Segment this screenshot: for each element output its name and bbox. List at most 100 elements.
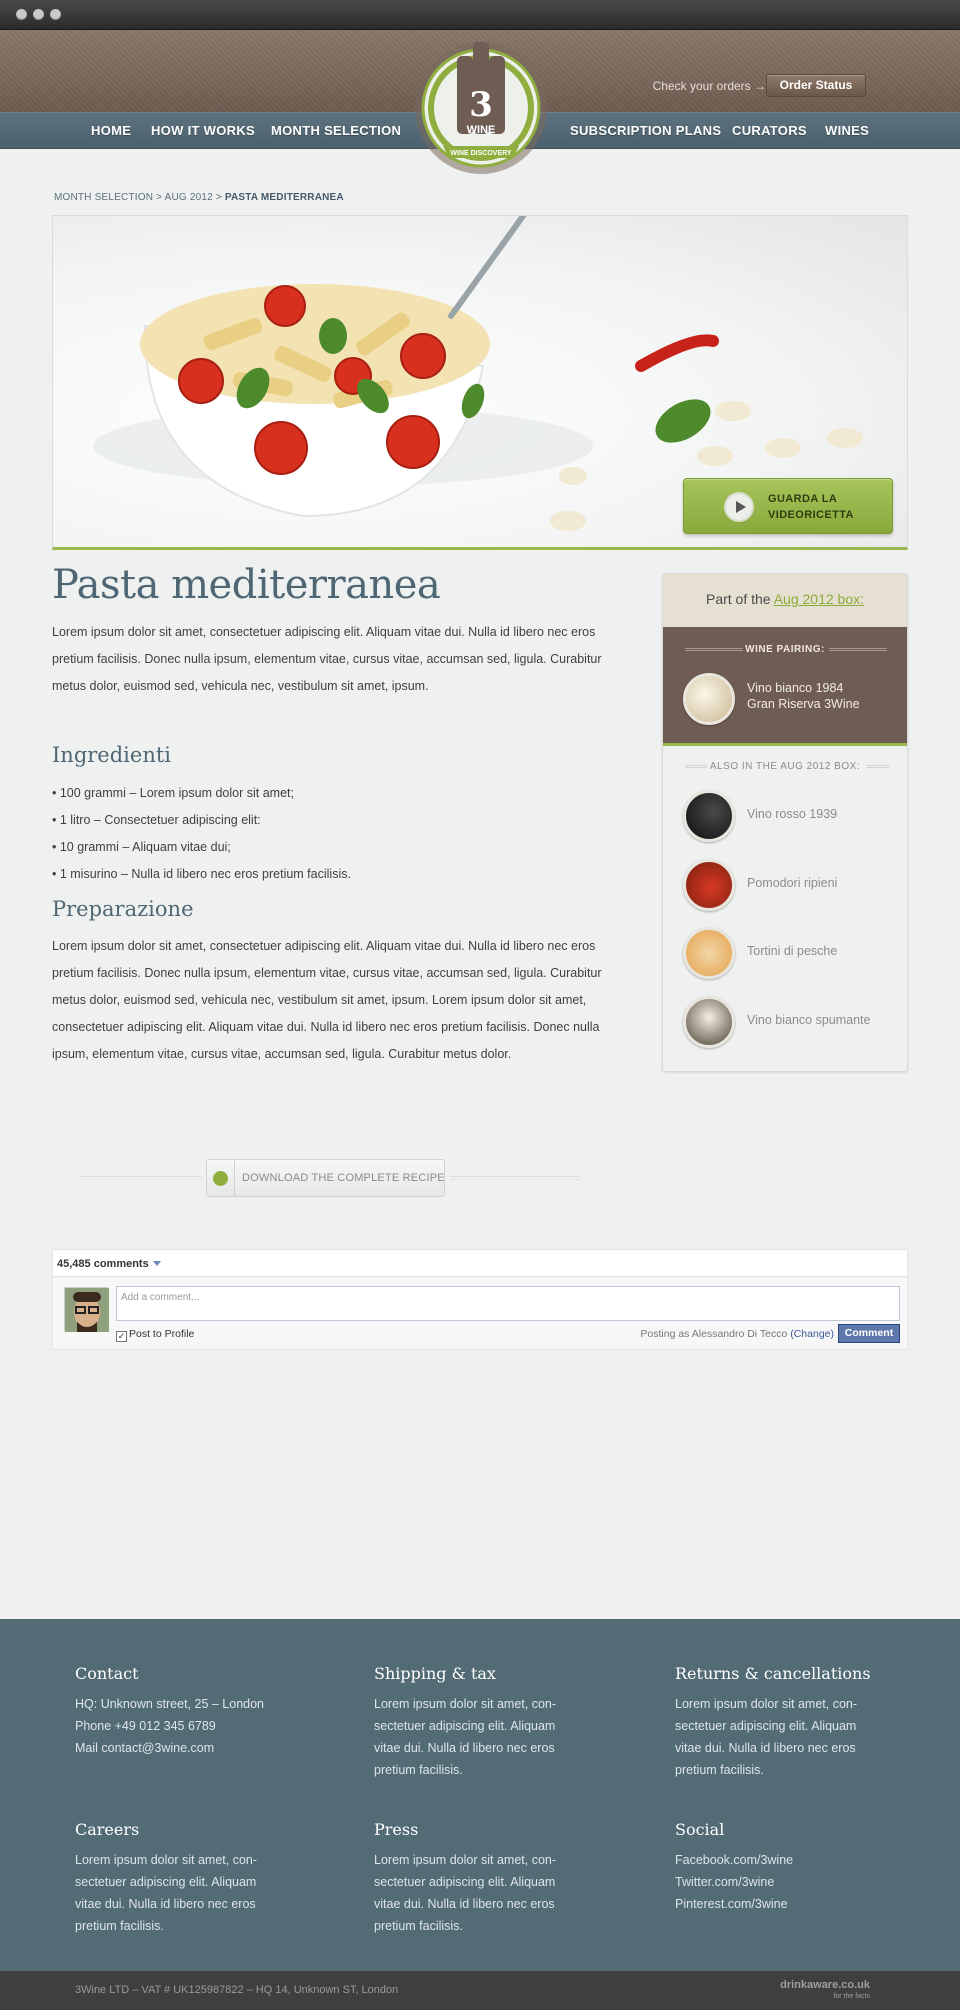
download-recipe-button[interactable]: DOWNLOAD THE COMPLETE RECIPE xyxy=(206,1159,445,1197)
ingredient-item: • 10 grammi – Aliquam vitae dui; xyxy=(52,840,231,854)
also-item-thumbnail[interactable] xyxy=(683,996,735,1048)
footer-careers-title[interactable]: Careers xyxy=(75,1820,285,1839)
recipe-hero-image: GUARDA LA VIDEORICETTA xyxy=(52,215,908,550)
breadcrumb-separator: > xyxy=(153,192,165,203)
close-window-icon[interactable] xyxy=(16,9,27,20)
footer-contact-title: Contact xyxy=(75,1664,139,1683)
footer-careers: Careers Lorem ipsum dolor sit amet, con-… xyxy=(75,1820,285,1937)
footer-social-title: Social xyxy=(675,1820,725,1839)
site-footer: Contact HQ: Unknown street, 25 – London … xyxy=(0,1619,960,1971)
watch-video-label: GUARDA LA VIDEORICETTA xyxy=(768,493,854,521)
wine-pairing-thumbnail[interactable] xyxy=(683,673,735,725)
logo-number: 3 xyxy=(469,85,493,125)
also-item-thumbnail[interactable] xyxy=(683,859,735,911)
nav-month-selection[interactable]: MONTH SELECTION xyxy=(271,123,401,138)
breadcrumb-separator: > xyxy=(212,192,225,203)
footer-contact: Contact HQ: Unknown street, 25 – London … xyxy=(75,1664,285,1759)
footer-returns-text: Lorem ipsum dolor sit amet, con-sectetue… xyxy=(675,1697,858,1777)
browser-chrome xyxy=(0,0,960,30)
post-to-profile-label: Post to Profile xyxy=(129,1328,195,1340)
footer-careers-text: Lorem ipsum dolor sit amet, con-sectetue… xyxy=(75,1853,258,1933)
user-avatar-icon xyxy=(65,1288,109,1332)
avatar xyxy=(64,1287,109,1332)
download-icon xyxy=(207,1160,235,1196)
order-status-button[interactable]: Order Status xyxy=(766,74,866,97)
also-item-name[interactable]: Vino rosso 1939 xyxy=(747,807,837,821)
divider-line xyxy=(867,765,889,768)
preparation-text: Lorem ipsum dolor sit amet, consectetuer… xyxy=(52,939,602,1061)
breadcrumb-month-selection[interactable]: MONTH SELECTION xyxy=(54,192,153,203)
breadcrumb: MONTH SELECTION > AUG 2012 > PASTA MEDIT… xyxy=(54,192,344,203)
comments-widget: 45,485 comments Add a comment... ✓ Post t… xyxy=(52,1249,908,1350)
post-to-profile[interactable]: ✓ Post to Profile xyxy=(116,1328,194,1342)
footer-social: Social Facebook.com/3wine Twitter.com/3w… xyxy=(675,1820,885,1915)
footer-contact-hq: HQ: Unknown street, 25 – London xyxy=(75,1697,265,1711)
part-of-text: Part of the xyxy=(705,591,774,607)
divider-line xyxy=(829,648,887,651)
check-orders-text: Check your orders → xyxy=(652,79,766,93)
logo-word: WINE xyxy=(467,124,496,136)
breadcrumb-aug-2012[interactable]: AUG 2012 xyxy=(165,192,213,203)
divider-line xyxy=(450,1176,580,1180)
footer-press: Press Lorem ipsum dolor sit amet, con-se… xyxy=(374,1820,584,1937)
posting-as-text: Posting as Alessandro Di Tecco xyxy=(640,1328,791,1340)
sidebar-header: Part of the Aug 2012 box: xyxy=(663,574,907,627)
nav-curators[interactable]: CURATORS xyxy=(732,123,807,138)
footer-returns-title[interactable]: Returns & cancellations xyxy=(675,1664,885,1683)
nav-wines[interactable]: WINES xyxy=(825,123,869,138)
ingredient-item: • 100 grammi – Lorem ipsum dolor sit ame… xyxy=(52,786,294,800)
posting-as: Posting as Alessandro Di Tecco (Change) xyxy=(640,1328,834,1340)
box-sidebar: Part of the Aug 2012 box: WINE PAIRING: … xyxy=(662,573,908,1072)
nav-subscription-plans[interactable]: SUBSCRIPTION PLANS xyxy=(570,123,721,138)
footer-contact-phone[interactable]: Phone +49 012 345 6789 xyxy=(75,1715,285,1737)
footer-shipping: Shipping & tax Lorem ipsum dolor sit ame… xyxy=(374,1664,584,1781)
footer-returns: Returns & cancellations Lorem ipsum dolo… xyxy=(675,1664,885,1781)
divider-line xyxy=(80,1176,202,1180)
recipe-intro: Lorem ipsum dolor sit amet, consectetuer… xyxy=(52,625,602,693)
preparation-heading: Preparazione xyxy=(52,897,194,921)
also-item-name[interactable]: Vino bianco spumante xyxy=(747,1013,870,1027)
minimize-window-icon[interactable] xyxy=(33,9,44,20)
maximize-window-icon[interactable] xyxy=(50,9,61,20)
footer-press-title[interactable]: Press xyxy=(374,1820,584,1839)
footer-twitter-link[interactable]: Twitter.com/3wine xyxy=(675,1871,885,1893)
ingredients-heading: Ingredienti xyxy=(52,743,171,767)
ingredient-item: • 1 misurino – Nulla id libero nec eros … xyxy=(52,867,351,881)
download-recipe-label: DOWNLOAD THE COMPLETE RECIPE xyxy=(242,1172,445,1184)
footer-shipping-text: Lorem ipsum dolor sit amet, con-sectetue… xyxy=(374,1697,557,1777)
comments-count[interactable]: 45,485 comments xyxy=(57,1258,149,1270)
logo-tagline: WINE DISCOVERY xyxy=(450,150,512,157)
footer-press-text: Lorem ipsum dolor sit amet, con-sectetue… xyxy=(374,1853,557,1933)
legal-text: 3Wine LTD – VAT # UK125987822 – HQ 14, U… xyxy=(75,1984,399,1996)
drinkaware-sub: for the facts xyxy=(833,1993,870,2000)
also-item-thumbnail[interactable] xyxy=(683,927,735,979)
drinkaware-logo[interactable]: drinkaware.co.uk for the facts xyxy=(780,1979,870,2003)
comment-submit-button[interactable]: Comment xyxy=(838,1324,900,1343)
also-item-name[interactable]: Pomodori ripieni xyxy=(747,876,837,890)
pairing-wine-name[interactable]: Vino bianco 1984 Gran Riserva 3Wine xyxy=(747,680,860,712)
post-to-profile-checkbox[interactable]: ✓ xyxy=(116,1331,127,1342)
wine-pairing-panel: WINE PAIRING: Vino bianco 1984 Gran Rise… xyxy=(663,627,907,746)
ingredient-item: • 1 litro – Consectetuer adipiscing elit… xyxy=(52,813,261,827)
recipe-title: Pasta mediterranea xyxy=(52,562,441,608)
ingredients-list: • 100 grammi – Lorem ipsum dolor sit ame… xyxy=(52,780,351,888)
dropdown-arrow-icon[interactable] xyxy=(152,1261,161,1266)
nav-how-it-works[interactable]: HOW IT WORKS xyxy=(151,123,255,138)
watch-video-button[interactable]: GUARDA LA VIDEORICETTA xyxy=(683,478,893,534)
comment-input[interactable]: Add a comment... xyxy=(116,1286,900,1321)
play-icon xyxy=(724,492,754,522)
3wine-logo[interactable]: 3 WINE WINE DISCOVERY xyxy=(413,34,549,178)
footer-contact-mail[interactable]: Mail contact@3wine.com xyxy=(75,1737,285,1759)
footer-shipping-title[interactable]: Shipping & tax xyxy=(374,1664,584,1683)
also-item-name[interactable]: Tortini di pesche xyxy=(747,944,837,958)
comments-header: 45,485 comments xyxy=(53,1250,907,1277)
aug-2012-box-link[interactable]: Aug 2012 box: xyxy=(774,591,864,607)
legal-bar: 3Wine LTD – VAT # UK125987822 – HQ 14, U… xyxy=(0,1971,960,2010)
drinkaware-text: drinkaware.co.uk xyxy=(780,1979,870,1991)
breadcrumb-current: PASTA MEDITERRANEA xyxy=(224,192,344,203)
change-user-link[interactable]: (Change) xyxy=(790,1328,834,1340)
footer-pinterest-link[interactable]: Pinterest.com/3wine xyxy=(675,1893,885,1915)
nav-home[interactable]: HOME xyxy=(91,123,131,138)
also-item-thumbnail[interactable] xyxy=(683,790,735,842)
footer-facebook-link[interactable]: Facebook.com/3wine xyxy=(675,1849,885,1871)
